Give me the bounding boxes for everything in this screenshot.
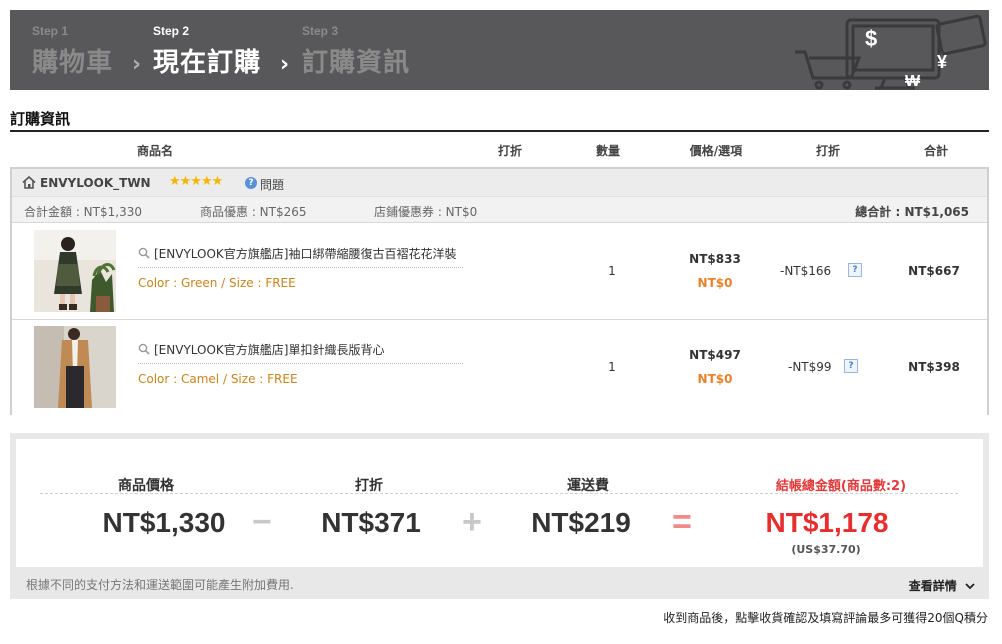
product-thumbnail[interactable]	[34, 326, 116, 408]
product-price-value: NT$1,330	[102, 507, 226, 538]
order-item-row: [ENVYLOOK官方旗艦店]單扣針織長版背心 Color : Camel / …	[12, 320, 987, 416]
shop-name-link[interactable]: ENVYLOOK_TWN	[40, 176, 151, 190]
chevron-down-icon	[965, 583, 975, 590]
svg-text:¥: ¥	[937, 52, 947, 72]
shop-question-link[interactable]: 問題	[260, 176, 284, 193]
product-title: [ENVYLOOK官方旗艦店]袖口綁帶縮腰復古百褶花花洋裝	[154, 247, 457, 261]
order-info-title: 訂購資訊	[10, 110, 71, 128]
discount-label: 打折	[355, 478, 383, 494]
checkout-steps-banner: Step 1 購物車 › Step 2 現在訂購 › Step 3 訂購資訊 $…	[10, 10, 989, 90]
column-total: 合計	[923, 144, 948, 158]
column-discount-2: 打折	[815, 144, 840, 158]
item-total: NT$667	[908, 264, 960, 278]
home-icon	[22, 176, 36, 189]
product-thumbnail[interactable]	[34, 230, 116, 312]
item-discount: -NT$166	[780, 264, 832, 278]
column-price-option: 價格/選項	[689, 144, 743, 158]
final-total-label: 結帳總金額(商品數:2)	[775, 479, 907, 494]
help-icon[interactable]: ?	[844, 359, 858, 373]
product-image-dress	[34, 230, 116, 312]
item-total: NT$398	[908, 360, 960, 374]
summary-divider	[40, 493, 958, 494]
final-total-usd: (US$37.70)	[791, 543, 861, 556]
item-price: NT$833	[689, 252, 741, 266]
shop-grand-total: 總合計 : NT$1,065	[855, 203, 969, 220]
column-discount: 打折	[497, 144, 522, 158]
shipping-value: NT$219	[531, 507, 631, 538]
shipping-label: 運送費	[567, 478, 609, 494]
step-2-current: Step 2 現在訂購	[153, 24, 261, 79]
product-discount: 商品優惠 : NT$265	[200, 205, 307, 219]
equals-operator: =	[672, 503, 692, 541]
step-1-name: 購物車	[32, 48, 114, 78]
product-option: Color : Green / Size : FREE	[138, 276, 296, 290]
product-title-link[interactable]: [ENVYLOOK官方旗艦店]單扣針織長版背心	[138, 340, 463, 364]
item-price: NT$497	[689, 348, 741, 362]
store-coupon: 店鋪優惠券 : NT$0	[374, 205, 478, 219]
sum-amount: 合計金額 : NT$1,330	[24, 205, 142, 219]
step-3: Step 3 訂購資訊	[302, 24, 410, 79]
step-2-name: 現在訂購	[153, 48, 262, 78]
step-3-number: Step 3	[302, 24, 339, 38]
column-quantity: 數量	[595, 144, 620, 158]
order-table: ENVYLOOK_TWN ★★★★★ ? 問題 合計金額 : NT$1,330 …	[10, 167, 989, 416]
product-title-link[interactable]: [ENVYLOOK官方旗艦店]袖口綁帶縮腰復古百褶花花洋裝	[138, 244, 463, 268]
question-icon[interactable]: ?	[245, 177, 257, 189]
item-quantity: 1	[608, 264, 616, 278]
column-product: 商品名	[136, 144, 173, 158]
shop-rating-stars: ★★★★★	[169, 174, 223, 189]
plus-operator: +	[462, 503, 482, 541]
step-1: Step 1 購物車	[32, 24, 113, 79]
grand-total-label: 總合計 :	[855, 205, 905, 219]
svg-text:$: $	[865, 26, 877, 51]
view-details-button[interactable]: 查看詳情	[909, 577, 975, 594]
section-divider	[10, 130, 989, 132]
step-3-name: 訂購資訊	[302, 48, 411, 78]
final-total-value: NT$1,178	[765, 507, 889, 538]
minus-operator: −	[252, 503, 272, 541]
step-2-number: Step 2	[153, 24, 190, 38]
svg-text:₩: ₩	[905, 73, 921, 90]
search-icon	[138, 247, 150, 259]
product-title: [ENVYLOOK官方旗艦店]單扣針織長版背心	[154, 343, 385, 357]
product-option: Color : Camel / Size : FREE	[138, 372, 298, 386]
view-details-label: 查看詳情	[908, 579, 957, 593]
product-image-vest	[34, 326, 116, 408]
payment-summary-panel: 商品價格 打折 運送費 結帳總金額(商品數:2) NT$1,330 − NT$3…	[16, 439, 983, 567]
grand-total-value: NT$1,065	[904, 205, 969, 219]
discount-value: NT$371	[321, 507, 421, 538]
review-points-note: 收到商品後，點擊收貨確認及填寫評論最多可獲得20個Q積分	[663, 611, 988, 625]
shop-summary-row: 合計金額 : NT$1,330 商品優惠 : NT$265 店鋪優惠券 : NT…	[12, 197, 987, 223]
step-1-number: Step 1	[32, 24, 69, 38]
item-option-price: NT$0	[697, 372, 733, 386]
cart-money-illustration-icon: $ ¥ ₩	[795, 14, 987, 90]
step-separator-2: ›	[280, 52, 290, 77]
step-separator-1: ›	[132, 52, 142, 77]
item-option-price: NT$0	[697, 276, 733, 290]
shop-header: ENVYLOOK_TWN ★★★★★ ? 問題	[12, 169, 987, 197]
search-icon	[138, 343, 150, 355]
item-quantity: 1	[608, 360, 616, 374]
item-discount: -NT$99	[788, 360, 832, 374]
payment-summary: 商品價格 打折 運送費 結帳總金額(商品數:2) NT$1,330 − NT$3…	[10, 433, 989, 599]
product-price-label: 商品價格	[118, 478, 174, 494]
additional-fee-note: 根據不同的支付方法和運送範圍可能產生附加費用.	[26, 578, 294, 592]
help-icon[interactable]: ?	[848, 263, 862, 277]
order-item-row: [ENVYLOOK官方旗艦店]袖口綁帶縮腰復古百褶花花洋裝 Color : Gr…	[12, 224, 987, 320]
